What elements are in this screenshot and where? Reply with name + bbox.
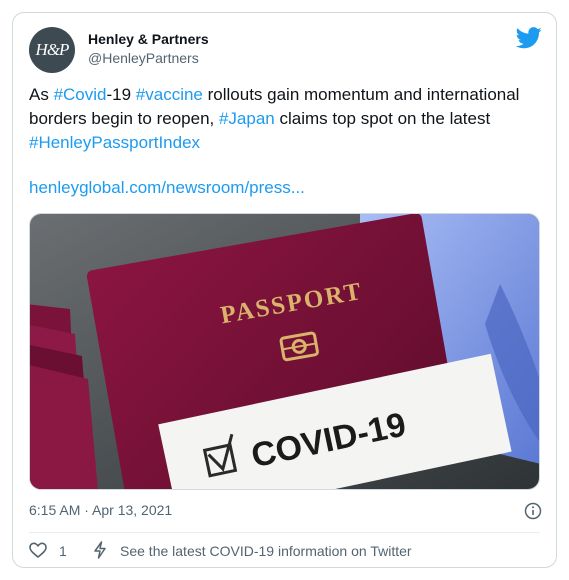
- info-icon[interactable]: [524, 502, 542, 520]
- avatar[interactable]: H&P: [29, 27, 75, 73]
- passport-illustration: PASSPORT COVID-19: [30, 214, 539, 489]
- lightning-icon: [94, 541, 106, 559]
- tweet-text-segment: As: [29, 85, 54, 104]
- tweet-text-segment: claims top spot on the latest: [274, 109, 491, 128]
- tweet-timestamp[interactable]: 6:15 AM · Apr 13, 2021: [29, 502, 172, 518]
- heart-icon[interactable]: [29, 542, 47, 558]
- divider: [29, 532, 540, 533]
- author-name[interactable]: Henley & Partners: [88, 31, 209, 47]
- author-handle[interactable]: @HenleyPartners: [88, 50, 199, 66]
- like-count: 1: [59, 543, 67, 559]
- tweet-text-segment: -19: [106, 85, 136, 104]
- tweet-card: H&P Henley & Partners @HenleyPartners As…: [12, 12, 557, 568]
- hashtag-japan[interactable]: #Japan: [219, 109, 275, 128]
- covid-info-link[interactable]: See the latest COVID-19 information on T…: [120, 543, 412, 559]
- tweet-text: As #Covid-19 #vaccine rollouts gain mome…: [29, 83, 534, 155]
- twitter-bird-icon[interactable]: [516, 27, 542, 49]
- hashtag-covid[interactable]: #Covid: [54, 85, 107, 104]
- hashtag-henleypassportindex[interactable]: #HenleyPassportIndex: [29, 133, 200, 152]
- hashtag-vaccine[interactable]: #vaccine: [136, 85, 203, 104]
- article-link[interactable]: henleyglobal.com/newsroom/press...: [29, 178, 305, 198]
- tweet-media-image[interactable]: PASSPORT COVID-19: [29, 213, 540, 490]
